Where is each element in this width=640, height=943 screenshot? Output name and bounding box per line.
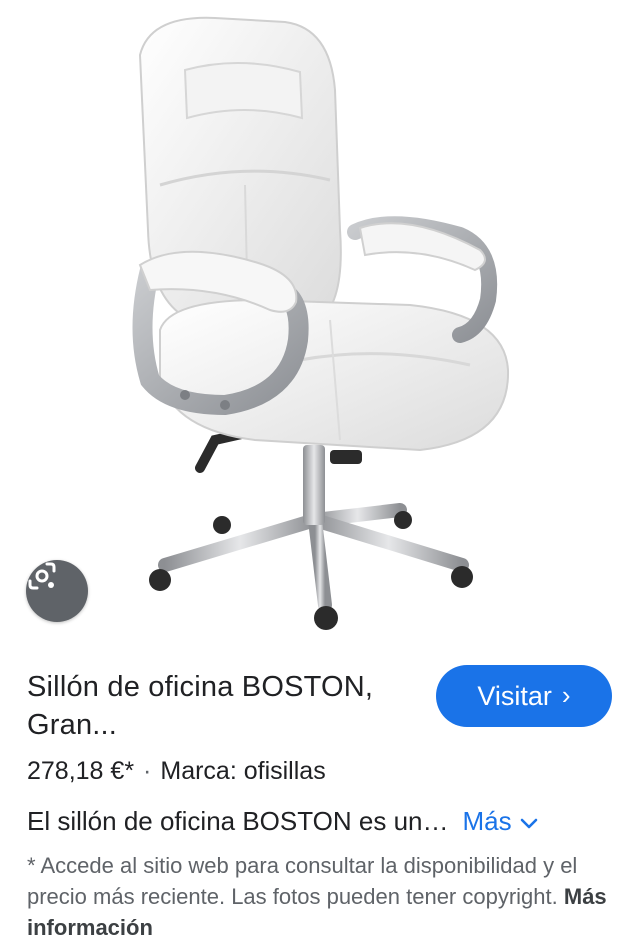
disclaimer-text: * Accede al sitio web para consultar la … bbox=[27, 853, 578, 909]
more-button[interactable]: Más bbox=[462, 806, 537, 837]
product-description: El sillón de oficina BOSTON es un… bbox=[27, 806, 449, 836]
disclaimer: * Accede al sitio web para consultar la … bbox=[27, 850, 627, 943]
visit-button[interactable]: Visitar › bbox=[436, 665, 612, 727]
chevron-down-icon bbox=[520, 806, 538, 837]
product-meta: 278,18 €* · Marca: ofisillas bbox=[27, 757, 326, 786]
visit-button-label: Visitar bbox=[477, 680, 552, 711]
description-row: El sillón de oficina BOSTON es un… Más bbox=[27, 806, 617, 837]
chevron-right-icon: › bbox=[561, 679, 571, 710]
office-chair-image bbox=[132, 16, 510, 630]
product-title[interactable]: Sillón de oficina BOSTON, Gran... bbox=[27, 668, 417, 744]
lens-search-button[interactable] bbox=[26, 560, 88, 622]
product-image[interactable] bbox=[0, 0, 640, 650]
brand: Marca: ofisillas bbox=[160, 757, 326, 785]
meta-separator: · bbox=[143, 757, 152, 785]
more-label: Más bbox=[462, 806, 512, 836]
price: 278,18 €* bbox=[27, 757, 135, 785]
